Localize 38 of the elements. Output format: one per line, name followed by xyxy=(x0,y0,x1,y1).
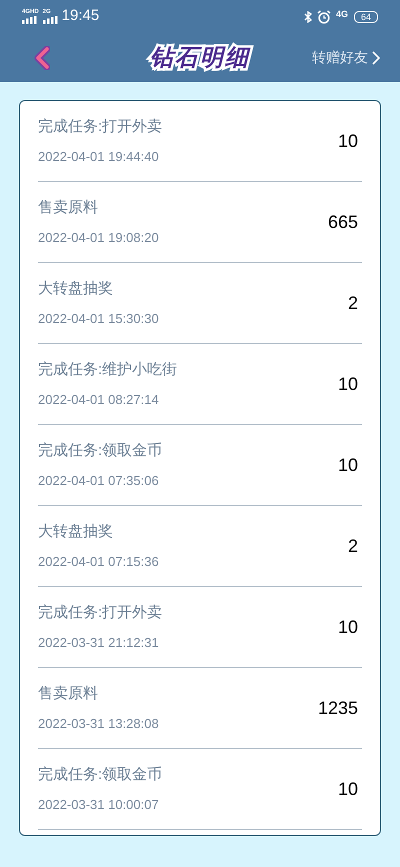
record-amount: 2 xyxy=(348,292,358,314)
record-amount: 10 xyxy=(338,454,358,476)
clock-time: 19:45 xyxy=(62,6,100,26)
record-title: 大转盘抽奖 xyxy=(38,279,114,299)
signal-icon xyxy=(22,16,38,24)
network-label: 4G xyxy=(336,8,348,21)
record-time: 2022-04-01 07:15:36 xyxy=(38,552,160,570)
signal-icon xyxy=(42,16,59,24)
record-amount: 665 xyxy=(328,210,358,234)
chevron-right-icon xyxy=(372,50,380,64)
record-time: 2022-03-31 13:28:08 xyxy=(38,714,160,732)
record-amount: 1235 xyxy=(318,696,358,720)
record-time: 2022-04-01 19:44:40 xyxy=(38,148,160,166)
record-amount: 10 xyxy=(338,616,358,638)
record-time: 2022-03-31 10:00:07 xyxy=(38,796,160,814)
battery-indicator: 64 xyxy=(354,10,378,22)
record-time: 2022-03-31 21:12:31 xyxy=(38,634,160,652)
record-title: 售卖原料 xyxy=(38,684,99,704)
bluetooth-icon xyxy=(304,10,312,22)
record-title: 大转盘抽奖 xyxy=(38,522,114,542)
record-amount: 10 xyxy=(338,372,358,396)
record-amount: 10 xyxy=(338,130,358,152)
record-amount: 10 xyxy=(338,778,358,800)
record-time: 2022-04-01 08:27:14 xyxy=(38,390,160,408)
record-title: 完成任务:维护小吃街 xyxy=(38,360,178,380)
back-icon[interactable] xyxy=(34,46,50,70)
page-title: 钻石明细 xyxy=(150,43,250,72)
transfer-button[interactable]: 转赠好友 xyxy=(312,47,380,68)
record-time: 2022-04-01 19:08:20 xyxy=(38,228,160,246)
record-amount: 2 xyxy=(348,534,358,558)
record-time: 2022-04-01 07:35:06 xyxy=(38,472,160,490)
record-time: 2022-04-01 15:30:30 xyxy=(38,310,160,328)
record-title: 售卖原料 xyxy=(38,198,99,218)
alarm-icon xyxy=(316,10,331,24)
record-title: 完成任务:领取金币 xyxy=(38,441,164,461)
record-title: 完成任务:打开外卖 xyxy=(38,117,164,137)
record-title: 完成任务:打开外卖 xyxy=(38,603,164,623)
record-title: 完成任务:领取金币 xyxy=(38,765,164,785)
